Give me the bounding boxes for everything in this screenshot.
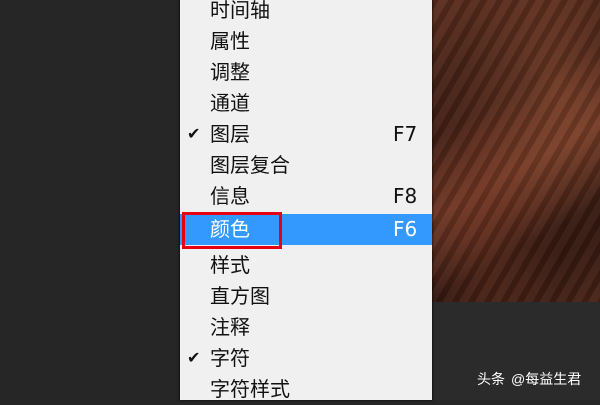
canvas-background (0, 0, 180, 400)
menu-item-adjustments[interactable]: 调整 (180, 57, 432, 88)
watermark-source: 头条 (477, 371, 505, 387)
menu-item-label: 直方图 (210, 284, 270, 308)
menu-item-label: 图层 (210, 122, 250, 146)
menu-item-label: 属性 (210, 29, 250, 53)
menu-item-shortcut: F6 (393, 217, 418, 241)
menu-item-character-styles[interactable]: 字符样式 (180, 374, 432, 405)
menu-item-label: 样式 (210, 253, 250, 277)
watermark-author: @每益生君 (511, 371, 582, 387)
checkmark-icon (187, 379, 201, 399)
checkmark-icon (187, 31, 201, 51)
menu-item-info[interactable]: 信息 F8 (180, 181, 432, 212)
menu-item-channels[interactable]: 通道 (180, 88, 432, 119)
checkmark-icon (187, 62, 201, 82)
window-dropdown-menu: 时间轴 属性 调整 通道 ✔ 图层 F7 图层复合 信息 F8 颜色 F6 样式 (180, 0, 432, 401)
menu-item-label: 字符样式 (210, 377, 290, 401)
checkmark-icon (187, 155, 201, 175)
checkmark-icon (187, 0, 201, 20)
menu-item-layer-comps[interactable]: 图层复合 (180, 150, 432, 181)
menu-item-label: 图层复合 (210, 153, 290, 177)
menu-item-shortcut: F8 (393, 184, 418, 208)
menu-item-label: 字符 (210, 346, 250, 370)
menu-item-label: 信息 (210, 184, 250, 208)
canvas-image (432, 0, 600, 302)
menu-item-label: 注释 (210, 315, 250, 339)
menu-item-label: 通道 (210, 91, 250, 115)
menu-item-character[interactable]: ✔ 字符 (180, 343, 432, 374)
menu-item-histogram[interactable]: 直方图 (180, 281, 432, 312)
menu-item-layers[interactable]: ✔ 图层 F7 (180, 119, 432, 150)
menu-item-shortcut: F7 (393, 122, 418, 146)
menu-item-label: 时间轴 (210, 0, 270, 22)
checkmark-icon (187, 286, 201, 306)
menu-item-notes[interactable]: 注释 (180, 312, 432, 343)
checkmark-icon (187, 93, 201, 113)
menu-item-styles[interactable]: 样式 (180, 250, 432, 281)
checkmark-icon: ✔ (187, 124, 201, 143)
checkmark-icon (187, 186, 201, 206)
checkmark-icon: ✔ (187, 348, 201, 367)
annotation-highlight-box (182, 212, 282, 249)
checkmark-icon (187, 317, 201, 337)
menu-item-properties[interactable]: 属性 (180, 26, 432, 57)
menu-item-timeline[interactable]: 时间轴 (180, 0, 432, 26)
watermark: 头条 @每益生君 (477, 369, 581, 389)
menu-item-label: 调整 (210, 60, 250, 84)
checkmark-icon (187, 255, 201, 275)
